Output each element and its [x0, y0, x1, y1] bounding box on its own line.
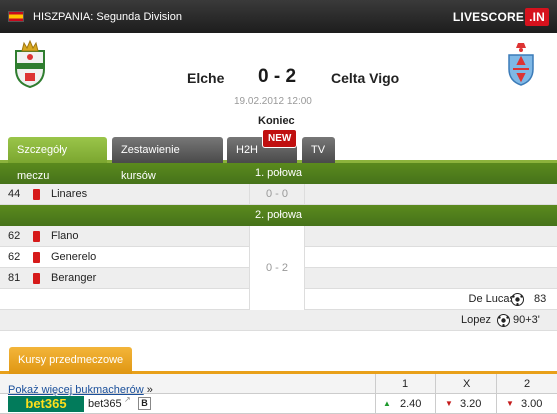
odds-down-arrow-icon: ▼: [506, 399, 514, 408]
match-score: 0 - 2: [258, 66, 297, 87]
match-status: Koniec: [258, 115, 295, 127]
more-bookmakers-link[interactable]: Pokaż więcej bukmacherów: [8, 384, 144, 396]
odds-down-arrow-icon: ▼: [445, 399, 453, 408]
top-bar: HISZPANIA: Segunda Division LIVESCORE .IN: [0, 0, 557, 33]
away-team-name[interactable]: Celta Vigo: [331, 70, 399, 86]
more-bookmakers: Pokaż więcej bukmacherów »: [8, 384, 153, 396]
odds-col-home: 1: [402, 378, 409, 390]
new-badge: NEW: [262, 129, 298, 148]
elche-crest-icon[interactable]: [12, 39, 48, 89]
odds-up-arrow-icon: ▲: [383, 399, 391, 408]
red-card-icon: [33, 231, 40, 242]
match-header: Elche 0 - 2 Celta Vigo 19.02.2012 12:00 …: [0, 33, 557, 133]
event-minute: 81: [8, 272, 21, 284]
event-minute: 83: [534, 293, 547, 305]
tab-odds-comparison[interactable]: Zestawienie kursów: [112, 137, 223, 182]
event-player: Lopez: [461, 314, 491, 326]
event-row: 44 Linares 0 - 0: [0, 184, 557, 205]
league-name[interactable]: HISZPANIA: Segunda Division: [33, 11, 182, 23]
red-card-icon: [33, 273, 40, 284]
logo-tld: .IN: [525, 7, 549, 26]
celta-crest-icon[interactable]: [503, 39, 539, 89]
home-team-name[interactable]: Elche: [187, 70, 224, 86]
event-row: Lopez 90+3': [0, 310, 557, 331]
match-date: 19.02.2012 12:00: [234, 96, 312, 107]
odds-tab-bar: Kursy przedmeczowe: [0, 341, 557, 374]
red-card-icon: [33, 189, 40, 200]
tab-match-details[interactable]: Szczegóły meczu: [8, 137, 107, 182]
odds-value-away[interactable]: 3.00: [521, 394, 542, 414]
event-player: Generelo: [51, 251, 97, 263]
half-header-first: 1. połowa: [0, 163, 557, 184]
odds-value-draw[interactable]: 3.20: [460, 394, 481, 414]
event-player: Beranger: [51, 272, 97, 284]
football-icon: [497, 314, 510, 327]
odds-col-draw: X: [463, 378, 471, 390]
event-minute: 62: [8, 230, 21, 242]
second-half-events: 62 Flano 62 Generelo 81 Beranger De Luca…: [0, 226, 557, 331]
event-minute: 44: [8, 188, 21, 200]
livescore-logo[interactable]: LIVESCORE .IN: [452, 7, 549, 26]
bet365-logo[interactable]: bet365: [8, 396, 84, 412]
bookmaker-name[interactable]: bet365: [88, 394, 122, 414]
football-icon: [511, 293, 524, 306]
tab-bar: Szczegóły meczu Zestawienie kursów H2H N…: [0, 129, 557, 182]
tab-prematch-odds[interactable]: Kursy przedmeczowe: [9, 347, 133, 374]
event-minute: 90+3': [513, 314, 540, 326]
tab-tv[interactable]: TV: [302, 137, 335, 163]
event-player: De Lucas: [468, 293, 515, 305]
bookmaker-badge: B: [138, 397, 151, 410]
red-card-icon: [33, 252, 40, 263]
half-score: 0 - 0: [249, 184, 305, 204]
half-header-second: 2. połowa: [0, 205, 557, 226]
event-minute: 62: [8, 251, 21, 263]
match-summary: 1. połowa 44 Linares 0 - 0 2. połowa 62 …: [0, 163, 557, 331]
spain-flag-icon: [8, 11, 24, 22]
odds-value-home[interactable]: 2.40: [400, 394, 421, 414]
event-player: Flano: [51, 230, 79, 242]
half-score: 0 - 2: [249, 226, 305, 310]
odds-row-bet365: bet365 bet365 ↗ B ▲ 2.40 ▼ 3.20 ▼ 3.00: [0, 394, 557, 414]
odds-col-away: 2: [524, 378, 531, 390]
logo-text: LIVESCORE: [452, 9, 525, 24]
more-arrow: »: [146, 384, 153, 396]
event-player: Linares: [51, 188, 88, 200]
